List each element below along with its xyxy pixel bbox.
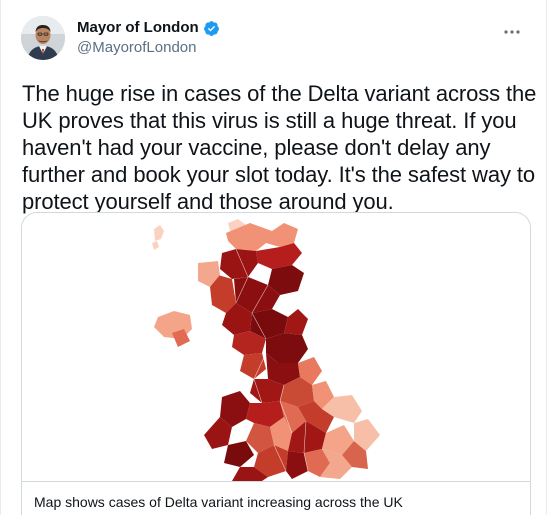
tweet-header: Mayor of London @MayorofLondon	[21, 16, 530, 60]
verified-badge-icon	[203, 20, 220, 37]
media-card[interactable]: Map shows cases of Delta variant increas…	[21, 212, 531, 515]
card-divider	[22, 481, 530, 482]
card-caption[interactable]: Map shows cases of Delta variant increas…	[34, 493, 514, 511]
profile-photo-icon	[21, 16, 65, 60]
avatar[interactable]	[21, 16, 65, 60]
tweet-text: The huge rise in cases of the Delta vari…	[22, 81, 537, 214]
uk-map-icon	[152, 219, 380, 481]
author-handle[interactable]: @MayorofLondon	[77, 38, 220, 58]
tweet: Mayor of London @MayorofLondon The huge …	[0, 0, 547, 515]
name-row: Mayor of London	[77, 18, 220, 38]
more-button[interactable]	[498, 20, 526, 44]
more-horizontal-icon	[504, 30, 520, 34]
uk-map-image[interactable]	[22, 213, 530, 481]
display-name[interactable]: Mayor of London	[77, 18, 199, 38]
author-names: Mayor of London @MayorofLondon	[77, 18, 220, 58]
